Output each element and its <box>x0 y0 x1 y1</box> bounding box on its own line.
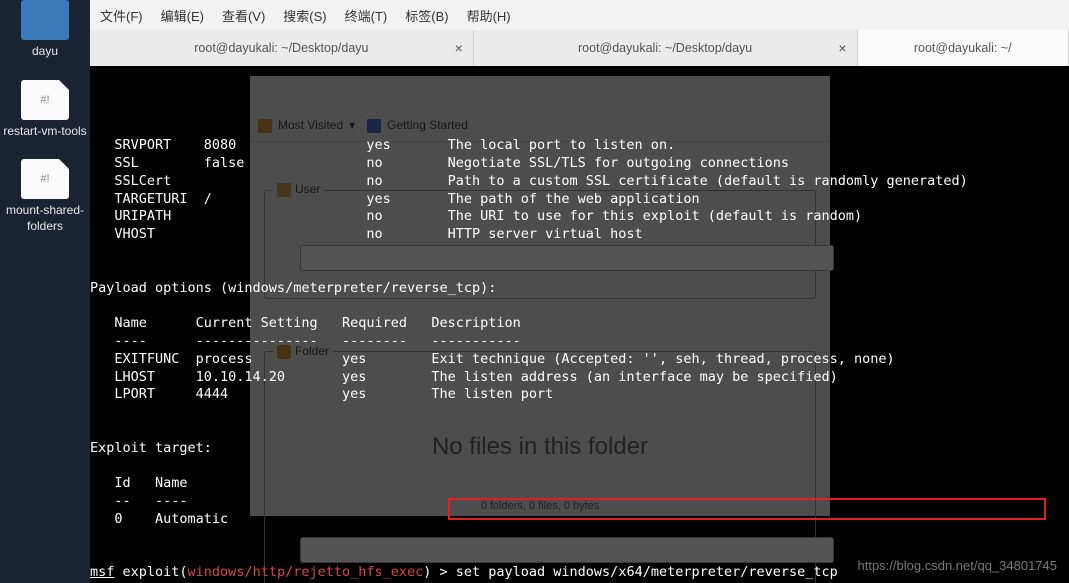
close-icon[interactable]: × <box>455 40 463 56</box>
menu-file[interactable]: 文件(F) <box>100 6 143 25</box>
folder-icon <box>21 0 69 40</box>
terminal-window: 文件(F) 编辑(E) 查看(V) 搜索(S) 终端(T) 标签(B) 帮助(H… <box>90 0 1069 583</box>
menu-search[interactable]: 搜索(S) <box>283 6 326 25</box>
script-file-icon: #! <box>21 159 69 199</box>
menu-terminal[interactable]: 终端(T) <box>345 6 388 25</box>
close-icon[interactable]: × <box>838 40 846 56</box>
desktop-file-restart-vm-tools[interactable]: #! restart-vm-tools <box>0 80 90 140</box>
terminal-tab-3[interactable]: root@dayukali: ~/ <box>858 30 1069 66</box>
menu-tabs[interactable]: 标签(B) <box>405 6 448 25</box>
tabbar: root@dayukali: ~/Desktop/dayu × root@day… <box>90 30 1069 66</box>
desktop: dayu #! restart-vm-tools #! mount-shared… <box>0 0 90 583</box>
menu-help[interactable]: 帮助(H) <box>467 6 511 25</box>
menubar: 文件(F) 编辑(E) 查看(V) 搜索(S) 终端(T) 标签(B) 帮助(H… <box>90 0 1069 30</box>
desktop-file-mount-shared-folders[interactable]: #! mount-shared-folders <box>0 159 90 234</box>
script-file-icon: #! <box>21 80 69 120</box>
terminal-content[interactable]: Most Visited▾ Getting Started User Folde… <box>90 66 1069 583</box>
menu-edit[interactable]: 编辑(E) <box>161 6 204 25</box>
menu-view[interactable]: 查看(V) <box>222 6 265 25</box>
desktop-folder-dayu[interactable]: dayu <box>0 0 90 60</box>
terminal-tab-1[interactable]: root@dayukali: ~/Desktop/dayu × <box>90 30 474 66</box>
terminal-tab-2[interactable]: root@dayukali: ~/Desktop/dayu × <box>474 30 858 66</box>
